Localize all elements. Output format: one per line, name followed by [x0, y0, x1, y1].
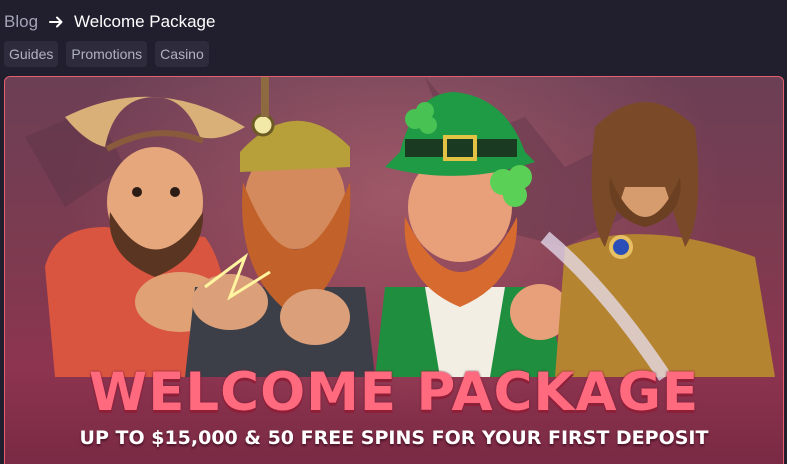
tag-guides[interactable]: Guides — [4, 41, 59, 67]
breadcrumb: Blog Welcome Package — [4, 10, 215, 34]
welcome-package-banner[interactable]: WELCOME PACKAGE UP TO $15,000 & 50 FREE … — [4, 76, 784, 464]
banner-title: WELCOME PACKAGE — [88, 362, 700, 423]
banner-subtitle: UP TO $15,000 & 50 FREE SPINS FOR YOUR F… — [79, 427, 709, 449]
breadcrumb-blog-link[interactable]: Blog — [4, 12, 38, 32]
tag-promotions[interactable]: Promotions — [66, 41, 148, 67]
tag-casino[interactable]: Casino — [155, 41, 209, 67]
tag-list: Guides Promotions Casino — [4, 41, 209, 67]
breadcrumb-current: Welcome Package — [74, 12, 216, 31]
arrow-right-icon — [48, 14, 64, 30]
